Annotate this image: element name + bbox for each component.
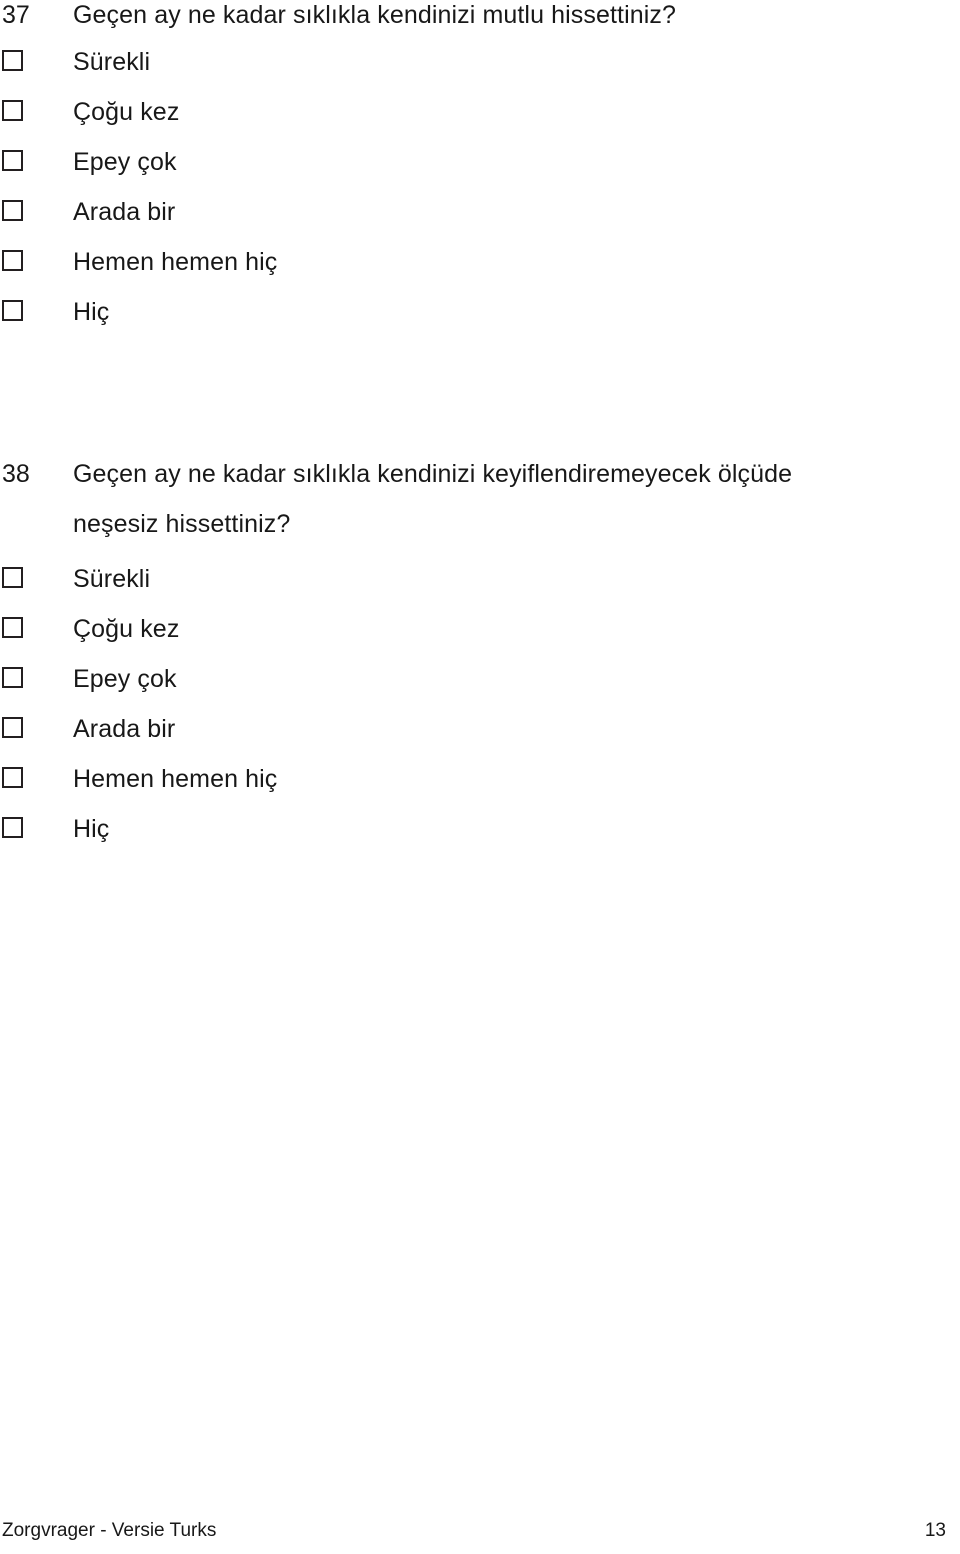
option-row[interactable]: Epey çok (0, 139, 960, 189)
option-label: Epey çok (73, 665, 177, 693)
option-row[interactable]: Hemen hemen hiç (0, 756, 960, 806)
option-row[interactable]: Hiç (0, 289, 960, 339)
option-list-38: Sürekli Çoğu kez Epey çok Arada bir Heme… (0, 556, 960, 856)
checkbox-icon[interactable] (2, 617, 23, 638)
option-label: Epey çok (73, 148, 177, 176)
option-row[interactable]: Arada bir (0, 706, 960, 756)
option-list-37: Sürekli Çoğu kez Epey çok Arada bir Heme… (0, 39, 960, 339)
checkbox-icon[interactable] (2, 150, 23, 171)
question-block-37: 37 Geçen ay ne kadar sıklıkla kendinizi … (0, 0, 960, 339)
question-heading-38: 38 Geçen ay ne kadar sıklıkla kendinizi … (0, 449, 960, 549)
option-row[interactable]: Epey çok (0, 656, 960, 706)
checkbox-icon[interactable] (2, 300, 23, 321)
checkbox-icon[interactable] (2, 100, 23, 121)
checkbox-icon[interactable] (2, 50, 23, 71)
option-row[interactable]: Çoğu kez (0, 89, 960, 139)
checkbox-icon[interactable] (2, 567, 23, 588)
option-label: Hiç (73, 298, 110, 326)
option-label: Arada bir (73, 715, 176, 743)
document-page: 37 Geçen ay ne kadar sıklıkla kendinizi … (0, 0, 960, 1554)
page-footer: Zorgvrager - Versie Turks 13 (0, 1516, 960, 1546)
checkbox-icon[interactable] (2, 667, 23, 688)
footer-page-number: 13 (924, 1520, 946, 1541)
checkbox-icon[interactable] (2, 817, 23, 838)
footer-document-title: Zorgvrager - Versie Turks (2, 1520, 217, 1541)
option-label: Sürekli (73, 48, 151, 76)
option-label: Çoğu kez (73, 615, 180, 643)
option-label: Sürekli (73, 565, 151, 593)
checkbox-icon[interactable] (2, 250, 23, 271)
checkbox-icon[interactable] (2, 767, 23, 788)
option-label: Çoğu kez (73, 98, 180, 126)
option-row[interactable]: Hemen hemen hiç (0, 239, 960, 289)
option-row[interactable]: Çoğu kez (0, 606, 960, 656)
question-block-38: 38 Geçen ay ne kadar sıklıkla kendinizi … (0, 449, 960, 856)
question-heading-37: 37 Geçen ay ne kadar sıklıkla kendinizi … (0, 0, 960, 32)
question-text-38: Geçen ay ne kadar sıklıkla kendinizi key… (73, 460, 793, 538)
option-label: Hemen hemen hiç (73, 248, 278, 276)
checkbox-icon[interactable] (2, 200, 23, 221)
option-row[interactable]: Sürekli (0, 39, 960, 89)
option-label: Hiç (73, 815, 110, 843)
question-number-38: 38 (2, 460, 30, 488)
option-row[interactable]: Arada bir (0, 189, 960, 239)
option-row[interactable]: Sürekli (0, 556, 960, 606)
question-text-37: Geçen ay ne kadar sıklıkla kendinizi mut… (73, 1, 677, 29)
checkbox-icon[interactable] (2, 717, 23, 738)
option-row[interactable]: Hiç (0, 806, 960, 856)
option-label: Arada bir (73, 198, 176, 226)
option-label: Hemen hemen hiç (73, 765, 278, 793)
question-number-37: 37 (2, 1, 30, 29)
